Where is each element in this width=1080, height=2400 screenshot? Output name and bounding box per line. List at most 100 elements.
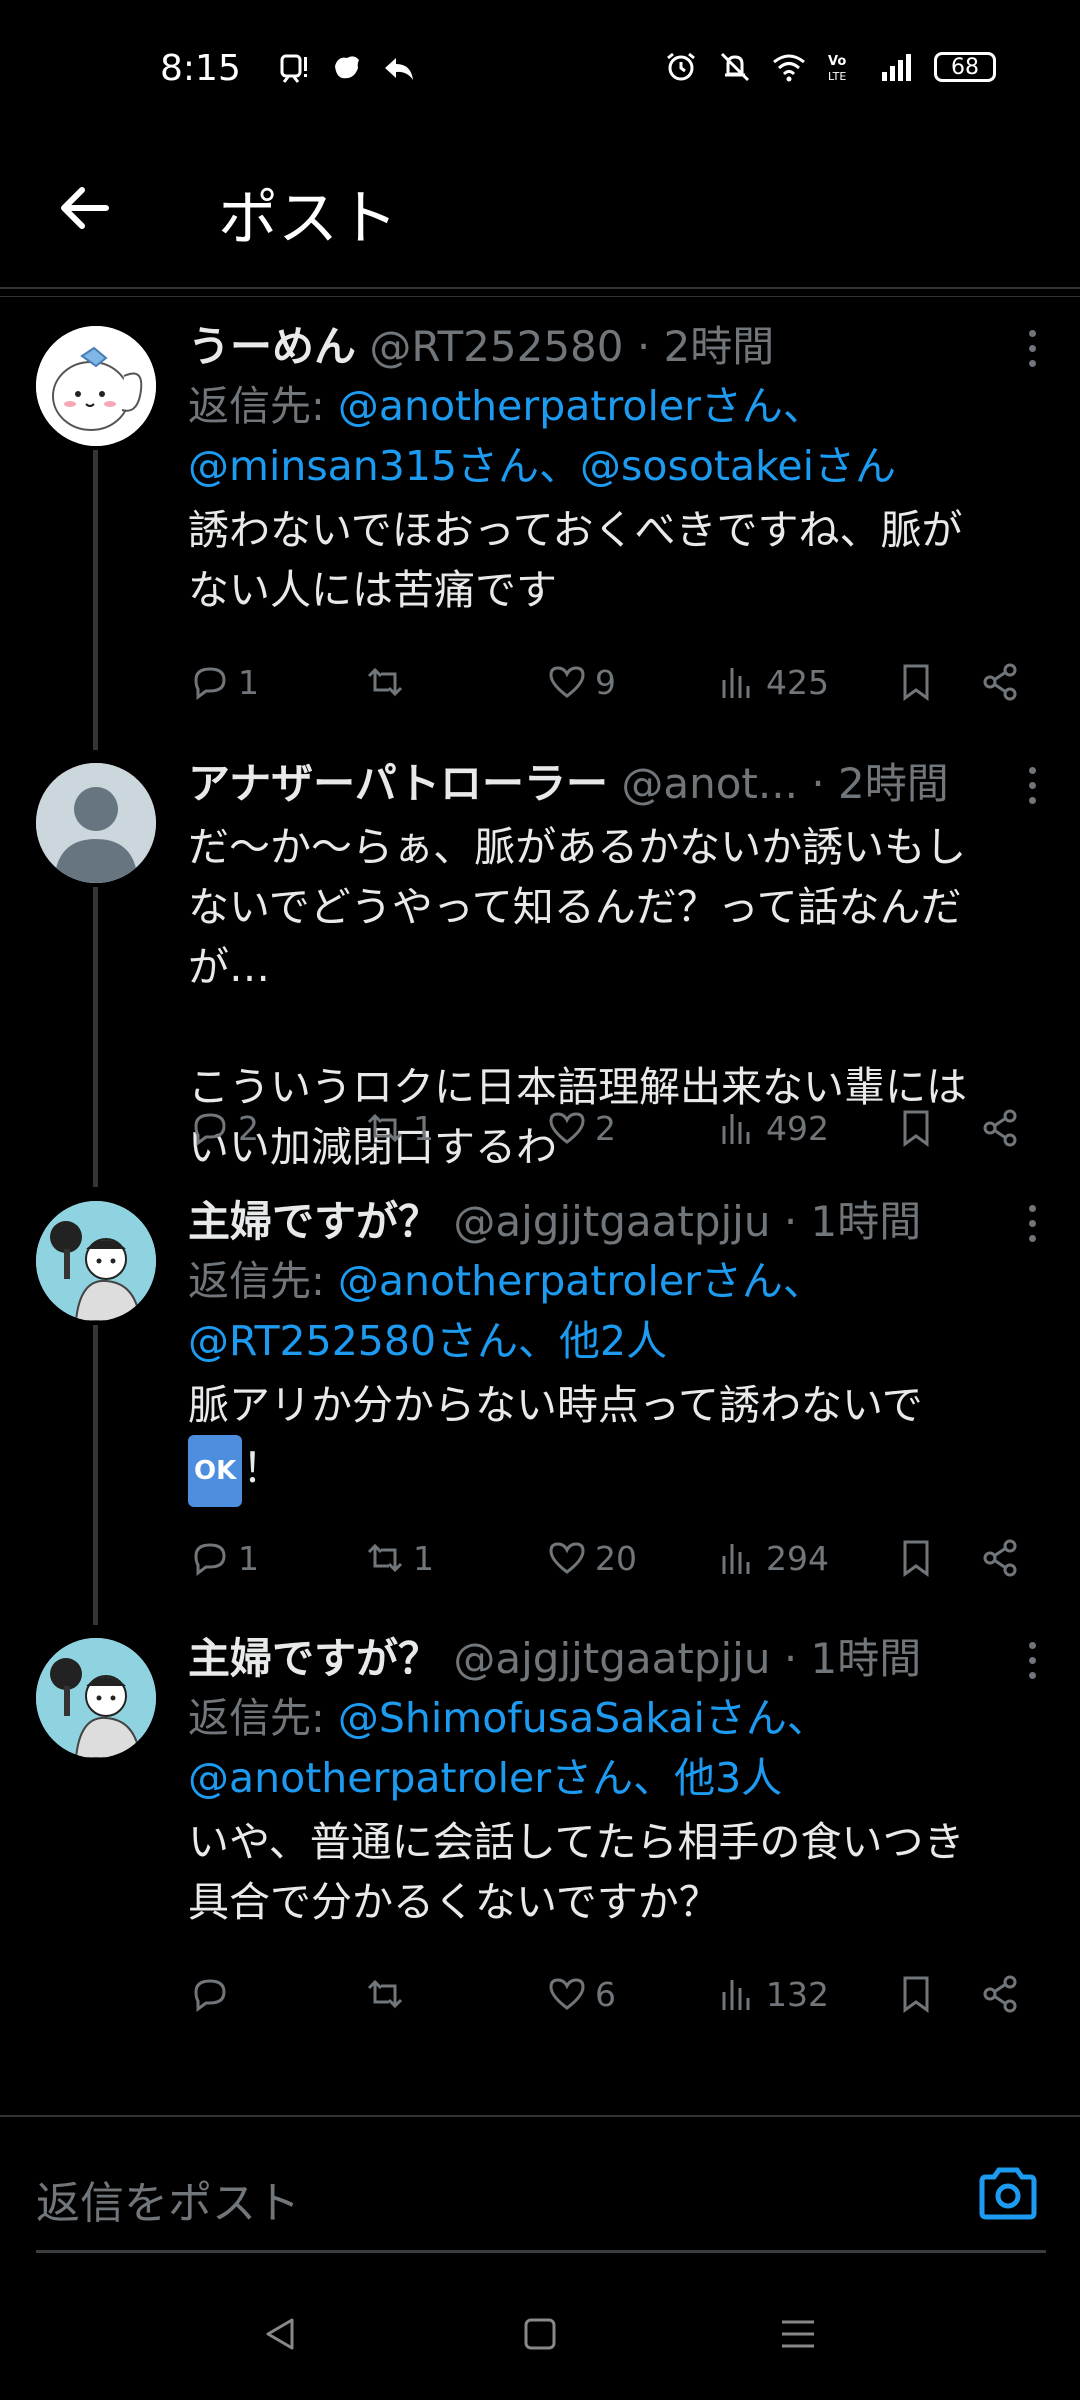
header-divider: [0, 296, 1080, 297]
user-handle[interactable]: @RT252580: [369, 322, 623, 371]
reply-to: 返信先: @ShimofusaSakaiさん、 @anotherpatroler…: [188, 1688, 1050, 1808]
like-button[interactable]: 6: [545, 1964, 616, 2024]
tweet-text: 脈アリか分からない時点って誘わないで OK！: [188, 1375, 1050, 1507]
mention-link[interactable]: @RT252580さん、他2人: [188, 1317, 667, 1365]
battery-level: 68: [951, 54, 979, 80]
share-button[interactable]: [978, 1964, 1022, 2024]
views-button[interactable]: 492: [716, 1098, 829, 1158]
like-count: 9: [595, 662, 616, 702]
reply-count: 2: [238, 1108, 259, 1148]
retweet-button[interactable]: 1: [363, 1528, 434, 1588]
views-button[interactable]: 132: [716, 1964, 829, 2024]
tweet-time[interactable]: 2時間: [664, 322, 775, 371]
tweet-text: いや、普通に会話してたら相手の食いつき 具合で分かるくないですか？: [188, 1818, 965, 1926]
share-icon: [983, 663, 1017, 701]
volte-icon: VoLTE: [828, 54, 846, 83]
battery-indicator: 68: [934, 52, 996, 82]
retweet-button[interactable]: [363, 652, 413, 712]
bookmark-icon: [903, 1540, 929, 1577]
view-count: 425: [766, 662, 829, 702]
reply-button[interactable]: 2: [188, 1098, 259, 1158]
mention-link[interactable]: @anotherpatrolerさん、: [338, 382, 824, 430]
avatar[interactable]: [36, 1638, 156, 1758]
bookmark-button[interactable]: [894, 1528, 938, 1588]
user-handle[interactable]: @anot...: [621, 759, 798, 808]
avatar-cartoon-icon: [36, 1201, 156, 1321]
mention-link[interactable]: @anotherpatrolerさん、: [338, 1257, 824, 1305]
reply-to-label: 返信先:: [188, 382, 338, 430]
tweet-time[interactable]: 1時間: [811, 1197, 922, 1246]
display-name[interactable]: 主婦ですが？: [188, 1634, 440, 1683]
thread-line: [93, 887, 98, 1187]
reply-icon: [194, 1979, 226, 2012]
tweet-time[interactable]: 1時間: [811, 1634, 922, 1683]
reply-feed[interactable]: うーめん @RT252580 · 2時間 返信先: @anotherpatrol…: [0, 300, 1080, 2115]
nav-menu-icon[interactable]: [776, 2312, 820, 2356]
tweet[interactable]: 主婦ですが？ @ajgjjtgaatpjju · 1時間 返信先: @Shimo…: [0, 1612, 1080, 2115]
user-handle[interactable]: @ajgjjtgaatpjju: [453, 1634, 770, 1683]
like-button[interactable]: 2: [545, 1098, 616, 1158]
back-arrow-icon[interactable]: [52, 176, 116, 240]
avatar[interactable]: [36, 326, 156, 446]
tweet-actions: 2 1 2 492: [188, 1098, 1024, 1158]
separator-dot: ·: [636, 322, 651, 371]
bookmark-button[interactable]: [894, 1098, 938, 1158]
tweet-content: 主婦ですが？ @ajgjjtgaatpjju · 1時間 返信先: @Shimo…: [188, 1630, 1050, 1932]
like-icon: [549, 1542, 585, 1574]
reply-icon: [194, 1113, 226, 1146]
tweet[interactable]: 主婦ですが？ @ajgjjtgaatpjju · 1時間 返信先: @anoth…: [0, 1175, 1080, 1625]
views-button[interactable]: 425: [716, 652, 829, 712]
nav-back-icon[interactable]: [258, 2312, 302, 2356]
like-button[interactable]: 20: [545, 1528, 637, 1588]
bookmark-button[interactable]: [894, 1964, 938, 2024]
svg-text:Vo: Vo: [828, 54, 846, 69]
user-handle[interactable]: @ajgjjtgaatpjju: [453, 1197, 770, 1246]
tweet-text-line: 脈アリか分からない時点って誘わないで: [188, 1381, 923, 1429]
retweet-icon: [367, 667, 403, 697]
display-name[interactable]: 主婦ですが？: [188, 1197, 440, 1246]
like-icon: [549, 666, 585, 698]
separator-dot: ·: [783, 1197, 798, 1246]
default-avatar-icon: [36, 763, 156, 883]
avatar-white-creature-icon: [36, 326, 156, 446]
display-name[interactable]: うーめん: [188, 322, 356, 371]
display-name[interactable]: アナザーパトローラー: [188, 759, 608, 808]
views-button[interactable]: 294: [716, 1528, 829, 1588]
tweet[interactable]: うーめん @RT252580 · 2時間 返信先: @anotherpatrol…: [0, 300, 1080, 750]
retweet-icon: [367, 1979, 403, 2009]
avatar[interactable]: [36, 763, 156, 883]
share-icon: [983, 1109, 1017, 1147]
reply-input[interactable]: 返信をポスト: [36, 2167, 300, 2231]
mention-link[interactable]: @anotherpatrolerさん、他3人: [188, 1754, 782, 1802]
separator-dot: ·: [783, 1634, 798, 1683]
reply-to-label: 返信先:: [188, 1694, 338, 1742]
tweet-meta: 主婦ですが？ @ajgjjtgaatpjju · 1時間: [188, 1193, 1050, 1251]
wifi-icon: [773, 54, 805, 82]
avatar[interactable]: [36, 1201, 156, 1321]
reply-button[interactable]: 1: [188, 652, 259, 712]
tweet-time[interactable]: 2時間: [838, 759, 949, 808]
share-button[interactable]: [978, 1098, 1022, 1158]
reply-button[interactable]: 1: [188, 1528, 259, 1588]
tweet[interactable]: アナザーパトローラー @anot... · 2時間 だ〜か〜らぁ、脈があるかない…: [0, 737, 1080, 1187]
reply-button[interactable]: [188, 1964, 238, 2024]
retweet-button[interactable]: [363, 1964, 413, 2024]
ok-emoji: OK: [188, 1435, 243, 1507]
camera-icon[interactable]: [976, 2163, 1040, 2223]
app-header: ポスト: [0, 140, 1080, 288]
views-icon: [722, 1114, 750, 1144]
reply-composer: 返信をポスト: [0, 2115, 1080, 2253]
nav-home-icon[interactable]: [518, 2312, 562, 2356]
tweet-meta: うーめん @RT252580 · 2時間: [188, 318, 1050, 376]
mention-link[interactable]: @ShimofusaSakaiさん、: [338, 1694, 828, 1742]
bookmark-button[interactable]: [894, 652, 938, 712]
bookmark-icon: [903, 1110, 929, 1147]
retweet-button[interactable]: 1: [363, 1098, 434, 1158]
share-button[interactable]: [978, 652, 1022, 712]
like-count: 20: [595, 1538, 637, 1578]
share-button[interactable]: [978, 1528, 1022, 1588]
retweet-icon: [367, 1543, 403, 1573]
tweet-actions: 1 9 425: [188, 652, 1024, 712]
mention-link[interactable]: @minsan315さん、@sosotakeiさん: [188, 442, 896, 490]
like-button[interactable]: 9: [545, 652, 616, 712]
